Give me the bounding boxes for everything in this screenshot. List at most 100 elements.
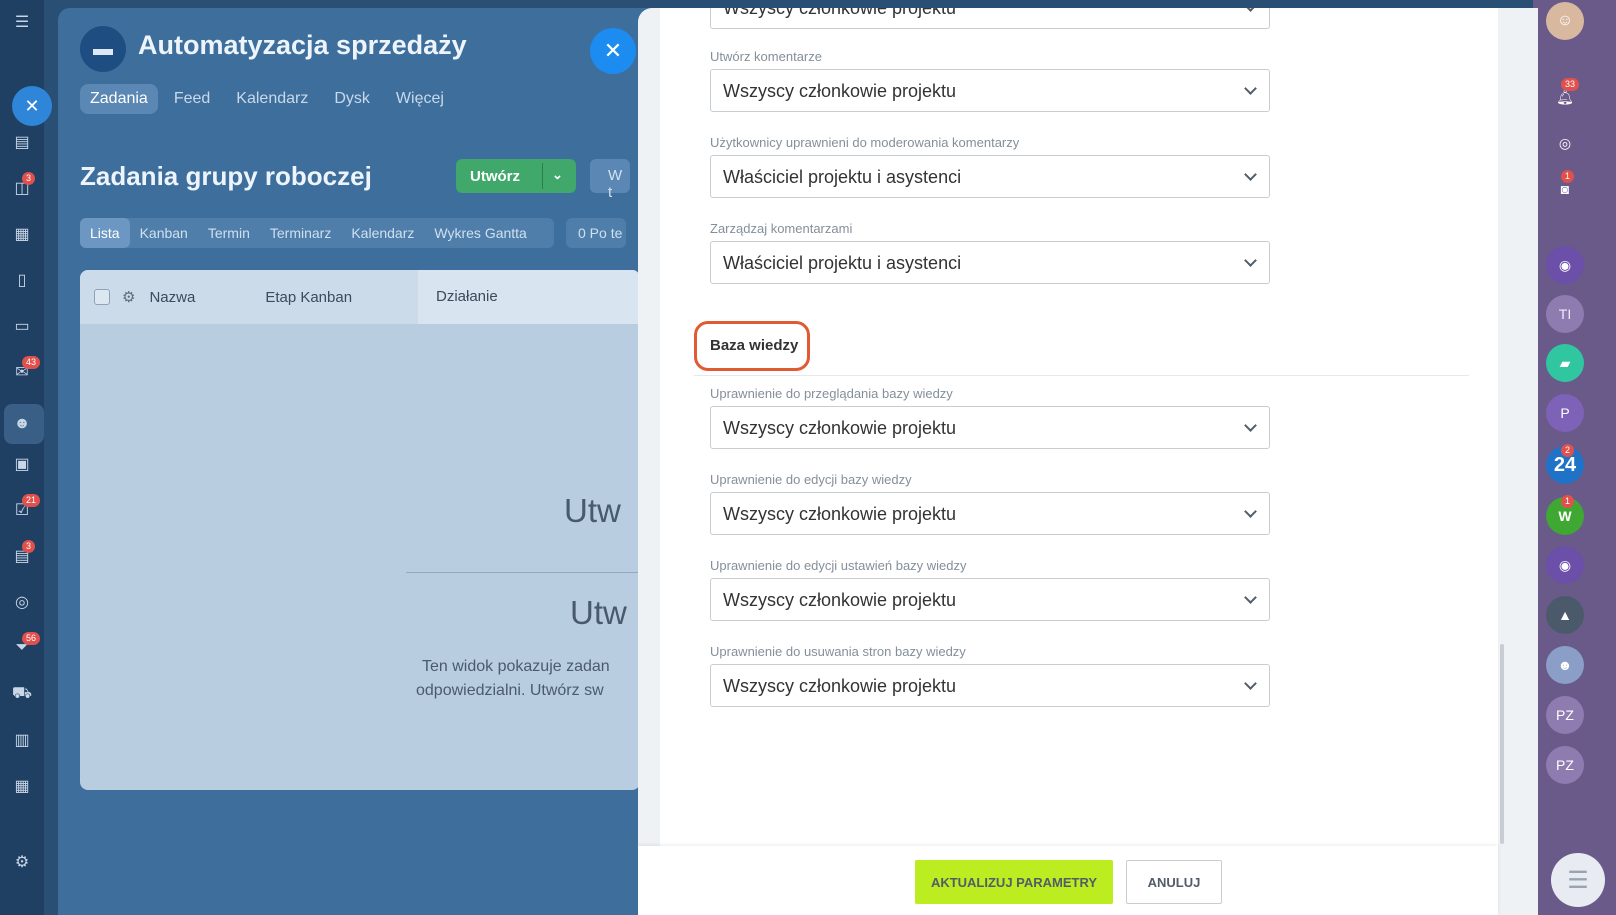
sidebar-close-button[interactable]: ✕ — [12, 86, 52, 126]
avatar-p[interactable]: P — [1546, 394, 1584, 432]
avatar-pz-2[interactable]: PZ — [1546, 746, 1584, 784]
chevron-down-icon — [1244, 505, 1257, 518]
select-kb-edit[interactable]: Wszyscy członkowie projektu — [710, 492, 1270, 535]
view-kalendarz[interactable]: Kalendarz — [341, 218, 424, 248]
tasks-badge: 21 — [22, 494, 41, 507]
store-icon[interactable]: ▥ — [8, 726, 36, 754]
users-icon[interactable]: ☻ — [1546, 646, 1584, 684]
select-create-comments[interactable]: Wszyscy członkowie projektu — [710, 69, 1270, 112]
workgroups-icon[interactable]: ☻ — [8, 410, 36, 438]
select-top-cut-value: Wszyscy członkowie projektu — [723, 8, 957, 18]
chevron-down-icon — [1244, 82, 1257, 95]
group-title: Automatyzacja sprzedaży — [138, 30, 467, 60]
right-sidebar: ☺ 🔔︎ 33 ◎ ◙ 1 ◉ TI ▰ P 24 2 W 1 ◉ ▲ ☻ PZ… — [1533, 0, 1616, 915]
chevron-down-icon — [1244, 8, 1257, 12]
presentation-icon[interactable]: ▣ — [8, 450, 36, 478]
settings-form: Wszyscy członkowie projektu Utwórz komen… — [660, 8, 1498, 846]
group-nav: Zadania Feed Kalendarz Dysk Więcej — [80, 84, 454, 114]
label-manage-comments: Zarządzaj komentarzami — [710, 221, 853, 236]
select-kb-view[interactable]: Wszyscy członkowie projektu — [710, 406, 1270, 449]
counter-pill[interactable]: 0 Po te — [566, 218, 626, 248]
copilot-icon[interactable]: ◎ — [1546, 124, 1584, 162]
avatar-pz-1[interactable]: PZ — [1546, 696, 1584, 734]
settings-slider: Wszyscy członkowie projektu Utwórz komen… — [638, 8, 1538, 915]
label-create-comments: Utwórz komentarze — [710, 49, 822, 64]
folder-icon: ▬ — [80, 26, 126, 72]
chevron-down-icon — [1244, 168, 1257, 181]
select-top-cut[interactable]: Wszyscy członkowie projektu — [710, 8, 1270, 29]
b24-badge: 2 — [1561, 444, 1575, 457]
bottom-menu-icon[interactable]: ☰ — [1551, 853, 1605, 907]
create-button[interactable]: Utwórz ⌄ — [456, 159, 576, 193]
schedule-icon[interactable]: ▦ — [8, 772, 36, 800]
group-avatar[interactable]: ▲ — [1546, 596, 1584, 634]
tab-wiecej[interactable]: Więcej — [386, 84, 454, 114]
tab-feed[interactable]: Feed — [164, 84, 220, 114]
empty-desc-1: Ten widok pokazuje zadan — [422, 658, 610, 675]
avatar-ti[interactable]: TI — [1546, 295, 1584, 333]
select-value: Wszyscy członkowie projektu — [723, 418, 957, 438]
cart-icon[interactable]: ⛟ — [8, 680, 36, 708]
col-name[interactable]: Nazwa — [149, 289, 195, 306]
openlines-icon[interactable]: ▰ — [1546, 344, 1584, 382]
settings-gear-icon[interactable]: ⚙ — [8, 848, 36, 876]
view-gantt[interactable]: Wykres Gantta — [424, 218, 536, 248]
channel-icon[interactable]: ◉ — [1546, 246, 1584, 284]
empty-title-2: Utw — [570, 594, 627, 631]
search-stub[interactable]: W t — [590, 159, 630, 201]
select-moderate-comments[interactable]: Właściciel projektu i asystenci — [710, 155, 1270, 198]
hamburger-menu-icon[interactable]: ☰ — [8, 8, 36, 36]
view-terminarz[interactable]: Terminarz — [260, 218, 341, 248]
notify-badge: 33 — [1561, 78, 1580, 91]
channel-icon-2[interactable]: ◉ — [1546, 546, 1584, 584]
section-title-knowledge-base: Baza wiedzy — [710, 337, 799, 354]
tab-dysk[interactable]: Dysk — [324, 84, 380, 114]
chevron-down-icon — [1244, 591, 1257, 604]
create-label: Utwórz — [470, 167, 520, 185]
col-action[interactable]: Działanie — [436, 288, 498, 305]
select-manage-comments[interactable]: Właściciel projektu i asystenci — [710, 241, 1270, 284]
section-divider — [694, 375, 1469, 376]
label-kb-delete: Uprawnienie do usuwania stron bazy wiedz… — [710, 644, 966, 659]
label-kb-edit: Uprawnienie do edycji bazy wiedzy — [710, 472, 912, 487]
select-kb-settings[interactable]: Wszyscy członkowie projektu — [710, 578, 1270, 621]
select-value: Właściciel projektu i asystenci — [723, 253, 962, 273]
view-switcher: Lista Kanban Termin Terminarz Kalendarz … — [80, 218, 554, 248]
feed-icon[interactable]: ▤ — [8, 128, 36, 156]
view-lista[interactable]: Lista — [80, 218, 130, 248]
empty-title-1: Utw — [564, 492, 621, 529]
calendar-icon[interactable]: ▦ — [8, 220, 36, 248]
view-kanban[interactable]: Kanban — [130, 218, 198, 248]
documents-icon[interactable]: ▯ — [8, 266, 36, 294]
drive-icon[interactable]: ▭ — [8, 312, 36, 340]
select-value: Wszyscy członkowie projektu — [723, 590, 957, 610]
chat-badge: 1 — [1561, 170, 1575, 183]
chevron-down-icon — [1244, 254, 1257, 267]
mail-badge: 43 — [22, 356, 41, 369]
close-slider-button[interactable]: ✕ — [590, 28, 636, 74]
select-all-checkbox[interactable] — [94, 289, 110, 305]
tab-kalendarz[interactable]: Kalendarz — [226, 84, 318, 114]
scrollbar[interactable] — [1500, 644, 1504, 844]
label-moderate-comments: Użytkownicy uprawnieni do moderowania ko… — [710, 135, 1020, 150]
cancel-button[interactable]: ANULUJ — [1126, 860, 1222, 904]
label-kb-view: Uprawnienie do przeglądania bazy wiedzy — [710, 386, 953, 401]
left-sidebar: ☰ ✕ ▤ ◫ 3 ▦ ▯ ▭ ✉ 43 ☻ ▣ ☑ 21 ▤ 3 ◎ ⏷ 56… — [0, 0, 52, 915]
target-icon[interactable]: ◎ — [8, 588, 36, 616]
col-kanban[interactable]: Etap Kanban — [265, 289, 352, 306]
settings-gear-icon[interactable]: ⚙ — [122, 288, 135, 306]
select-value: Właściciel projektu i asystenci — [723, 167, 962, 187]
view-termin[interactable]: Termin — [198, 218, 260, 248]
select-kb-delete[interactable]: Wszyscy członkowie projektu — [710, 664, 1270, 707]
user-avatar[interactable]: ☺ — [1546, 2, 1584, 40]
tab-zadania[interactable]: Zadania — [80, 84, 158, 114]
create-separator — [542, 163, 543, 189]
empty-desc-2: odpowiedzialni. Utwórz sw — [416, 682, 604, 699]
funnel-badge: 56 — [22, 632, 41, 645]
w-badge: 1 — [1561, 495, 1575, 508]
chevron-down-icon — [1244, 677, 1257, 690]
select-value: Wszyscy członkowie projektu — [723, 676, 957, 696]
chevron-down-icon[interactable]: ⌄ — [552, 167, 563, 183]
update-parameters-button[interactable]: AKTUALIZUJ PARAMETRY — [915, 860, 1113, 904]
select-value: Wszyscy członkowie projektu — [723, 504, 957, 524]
